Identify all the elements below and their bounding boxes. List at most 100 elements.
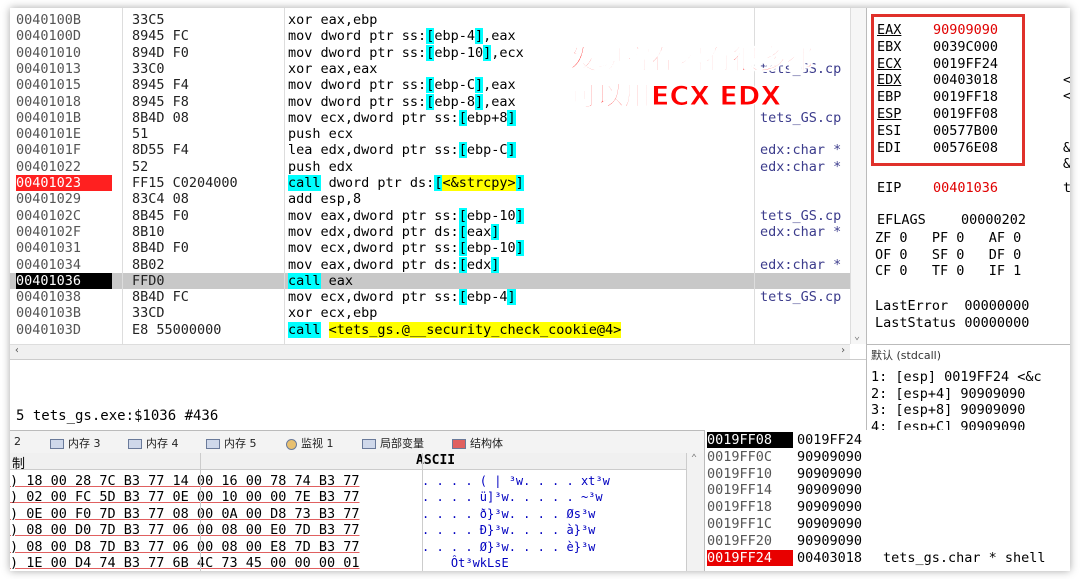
dump-ascii[interactable]: . . . . Ð}³w. . . . à}³w bbox=[422, 522, 595, 538]
dump-hex[interactable]: ) 18 00 28 7C B3 77 14 00 16 00 78 74 B3… bbox=[10, 473, 360, 489]
dump-row[interactable]: ) 0E 00 F0 7D B3 77 08 00 0A 00 D8 73 B3… bbox=[10, 506, 595, 522]
dump-vertical-scrollbar[interactable]: ⌃ bbox=[686, 453, 705, 571]
stack-row[interactable]: 0019FF24 00403018 tets_gs.char * shell bbox=[705, 549, 1070, 566]
dump-hex[interactable]: ) 08 00 D8 7D B3 77 06 00 08 00 E8 7D B3… bbox=[10, 539, 360, 555]
disasm-row[interactable]: 0040101E 51 push ecx bbox=[10, 126, 850, 142]
stack-value[interactable]: 0019FF24 bbox=[797, 432, 862, 448]
disasm-row[interactable]: 0040102C 8B45 F0 mov eax,dword ptr ss:[ebp… bbox=[10, 207, 850, 224]
stack-value[interactable]: 90909090 bbox=[797, 466, 862, 482]
disasm-row[interactable]: 0040101F 8D55 F4 lea edx,dword ptr ss:[ebp… bbox=[10, 142, 850, 159]
stack-address[interactable]: 0019FF0C bbox=[707, 449, 793, 465]
register-value[interactable]: 0019FF18 bbox=[933, 89, 998, 105]
stack-address[interactable]: 0019FF10 bbox=[707, 466, 793, 482]
last-status[interactable]: LastStatus 00000000 bbox=[875, 315, 1029, 331]
register-eflags[interactable]: EFLAGS 00000202 bbox=[877, 212, 1026, 228]
dump-row[interactable]: ) 18 00 28 7C B3 77 14 00 16 00 78 74 B3… bbox=[10, 473, 610, 489]
call-stack-arg[interactable]: 3: [esp+8] 90909090 bbox=[871, 402, 1025, 418]
register-value[interactable]: 0019FF24 bbox=[933, 56, 998, 72]
register-eax[interactable]: EAX 90909090 bbox=[877, 22, 998, 38]
dump-row[interactable]: ) 02 00 FC 5D B3 77 0E 00 10 00 00 7E B3… bbox=[10, 489, 603, 505]
register-value[interactable]: 00401036 bbox=[933, 180, 998, 196]
call-convention-header[interactable]: 默认 (stdcall) bbox=[871, 347, 941, 363]
disasm-address[interactable]: 00401038 bbox=[16, 289, 112, 305]
stack-address[interactable]: 0019FF08 bbox=[707, 432, 793, 448]
stack-view[interactable]: 0019FF08 0019FF24 0019FF0C 90909090 0019FF10… bbox=[704, 430, 1070, 571]
stack-address[interactable]: 0019FF20 bbox=[707, 533, 793, 549]
stack-value[interactable]: 00403018 bbox=[797, 550, 862, 566]
dump-ascii[interactable]: . . . . ü]³w. . . . . ~³w bbox=[422, 489, 603, 505]
register-edx[interactable]: EDX 00403018 bbox=[877, 72, 998, 88]
stack-value[interactable]: 90909090 bbox=[797, 533, 862, 549]
disasm-address[interactable]: 00401015 bbox=[16, 77, 112, 93]
disasm-address[interactable]: 0040103B bbox=[16, 305, 112, 321]
disasm-row[interactable]: 0040103D E8 55000000 call <tets_gs.@__secu… bbox=[10, 321, 850, 338]
disasm-address[interactable]: 0040100B bbox=[16, 12, 112, 28]
stack-row[interactable]: 0019FF20 90909090 bbox=[705, 533, 1070, 549]
dump-row[interactable]: ) 08 00 D8 7D B3 77 06 00 08 00 E8 7D B3… bbox=[10, 539, 595, 555]
dump-ascii[interactable]: . . . . ð}³w. . . . Øs³w bbox=[422, 506, 595, 522]
disasm-address[interactable]: 0040100D bbox=[16, 28, 112, 44]
disasm-address[interactable]: 0040103D bbox=[16, 322, 112, 338]
dump-tab-5[interactable]: 监视 1 bbox=[286, 435, 334, 451]
stack-address[interactable]: 0019FF14 bbox=[707, 482, 793, 498]
stack-row[interactable]: 0019FF14 90909090 bbox=[705, 482, 1070, 498]
disasm-address[interactable]: 0040101E bbox=[16, 126, 112, 142]
disasm-address[interactable]: 00401031 bbox=[16, 240, 112, 256]
chevron-down-icon[interactable]: ⌄ bbox=[854, 331, 860, 342]
disasm-address[interactable]: 00401022 bbox=[16, 159, 112, 175]
disasm-address[interactable]: 0040102C bbox=[16, 208, 112, 224]
scroll-left-icon[interactable]: ‹ bbox=[14, 345, 20, 356]
dump-hex[interactable]: ) 1E 00 D4 74 B3 77 6B 4C 73 45 00 00 00… bbox=[10, 555, 360, 571]
stack-value[interactable]: 90909090 bbox=[797, 516, 862, 532]
register-value[interactable]: 00576E08 bbox=[933, 140, 998, 156]
disasm-address[interactable]: 00401013 bbox=[16, 61, 112, 77]
flag-row[interactable]: CF 0 TF 0 IF 1 bbox=[875, 263, 1021, 279]
register-eip[interactable]: EIP 00401036 t bbox=[877, 180, 1070, 196]
call-stack-arg[interactable]: 2: [esp+4] 90909090 bbox=[871, 386, 1025, 402]
dump-row[interactable]: ) 1E 00 D4 74 B3 77 6B 4C 73 45 00 00 00… bbox=[10, 555, 509, 571]
register-value[interactable]: 0019FF08 bbox=[933, 106, 998, 122]
call-stack-panel[interactable]: 默认 (stdcall) 1: [esp] 0019FF24 <&c 2: [es… bbox=[866, 344, 1070, 441]
disasm-row[interactable]: 00401023 FF15 C0204000 call dword ptr ds:[… bbox=[10, 175, 850, 191]
register-ebx[interactable]: EBX 0039C000 bbox=[877, 39, 998, 55]
disasm-address[interactable]: 00401010 bbox=[16, 45, 112, 61]
disasm-row[interactable]: 00401036 FFD0 call eax bbox=[10, 272, 850, 289]
register-edi[interactable]: EDI 00576E08 bbox=[877, 140, 998, 156]
disasm-address[interactable]: 00401023 bbox=[16, 175, 112, 191]
disassembly-vertical-scrollbar[interactable]: ⌄ bbox=[850, 8, 867, 344]
disasm-address[interactable]: 00401018 bbox=[16, 94, 112, 110]
register-ecx[interactable]: ECX 0019FF24 bbox=[877, 56, 998, 72]
disasm-row[interactable]: 00401034 8B02 mov eax,dword ptr ds:[edx] ed… bbox=[10, 256, 850, 273]
disasm-address[interactable]: 00401036 bbox=[16, 272, 112, 289]
register-ebp[interactable]: EBP 0019FF18 bbox=[877, 89, 998, 105]
register-esp[interactable]: ESP 0019FF08 bbox=[877, 106, 998, 122]
stack-value[interactable]: 90909090 bbox=[797, 449, 862, 465]
stack-value[interactable]: 90909090 bbox=[797, 499, 862, 515]
stack-value[interactable]: 90909090 bbox=[797, 482, 862, 498]
call-stack-arg[interactable]: 1: [esp] 0019FF24 <&c bbox=[871, 369, 1042, 385]
dump-tab-3[interactable]: 内存 4 bbox=[128, 435, 179, 451]
disasm-address[interactable]: 0040102F bbox=[16, 224, 112, 240]
dump-tab-7[interactable]: 结构体 bbox=[452, 435, 503, 451]
stack-row[interactable]: 0019FF18 90909090 bbox=[705, 499, 1070, 515]
disasm-address[interactable]: 0040101B bbox=[16, 110, 112, 126]
scroll-right-icon[interactable]: › bbox=[840, 345, 846, 356]
flag-row[interactable]: ZF 0 PF 0 AF 0 bbox=[875, 230, 1021, 246]
disasm-address[interactable]: 0040101F bbox=[16, 142, 112, 158]
stack-row[interactable]: 0019FF0C 90909090 bbox=[705, 449, 1070, 465]
disasm-row[interactable]: 00401029 83C4 08 add esp,8 bbox=[10, 191, 850, 207]
disasm-row[interactable]: 00401022 52 push edx edx:char * bbox=[10, 159, 850, 175]
last-error[interactable]: LastError 00000000 bbox=[875, 298, 1029, 314]
stack-row[interactable]: 0019FF08 0019FF24 bbox=[705, 432, 1070, 448]
memory-dump[interactable]: 制 ASCII ) 18 00 28 7C B3 77 14 00 16 00 … bbox=[10, 453, 686, 571]
dump-ascii[interactable]: . . . . Ø}³w. . . . è}³w bbox=[422, 539, 595, 555]
register-value[interactable]: 00577B00 bbox=[933, 123, 998, 139]
dump-hex[interactable]: ) 0E 00 F0 7D B3 77 08 00 0A 00 D8 73 B3… bbox=[10, 506, 360, 522]
chevron-up-icon[interactable]: ⌃ bbox=[691, 453, 697, 464]
dump-tab-4[interactable]: 内存 5 bbox=[206, 435, 257, 451]
registers-panel[interactable]: EAX 90909090 EBX 0039C000 ECX 0019FF24 EDX 0040… bbox=[866, 8, 1070, 344]
disasm-row[interactable]: 0040102F 8B10 mov edx,dword ptr ds:[eax] ed… bbox=[10, 223, 850, 240]
register-value[interactable]: 90909090 bbox=[933, 22, 998, 38]
register-esi[interactable]: ESI 00577B00 bbox=[877, 123, 998, 139]
stack-address[interactable]: 0019FF18 bbox=[707, 499, 793, 515]
